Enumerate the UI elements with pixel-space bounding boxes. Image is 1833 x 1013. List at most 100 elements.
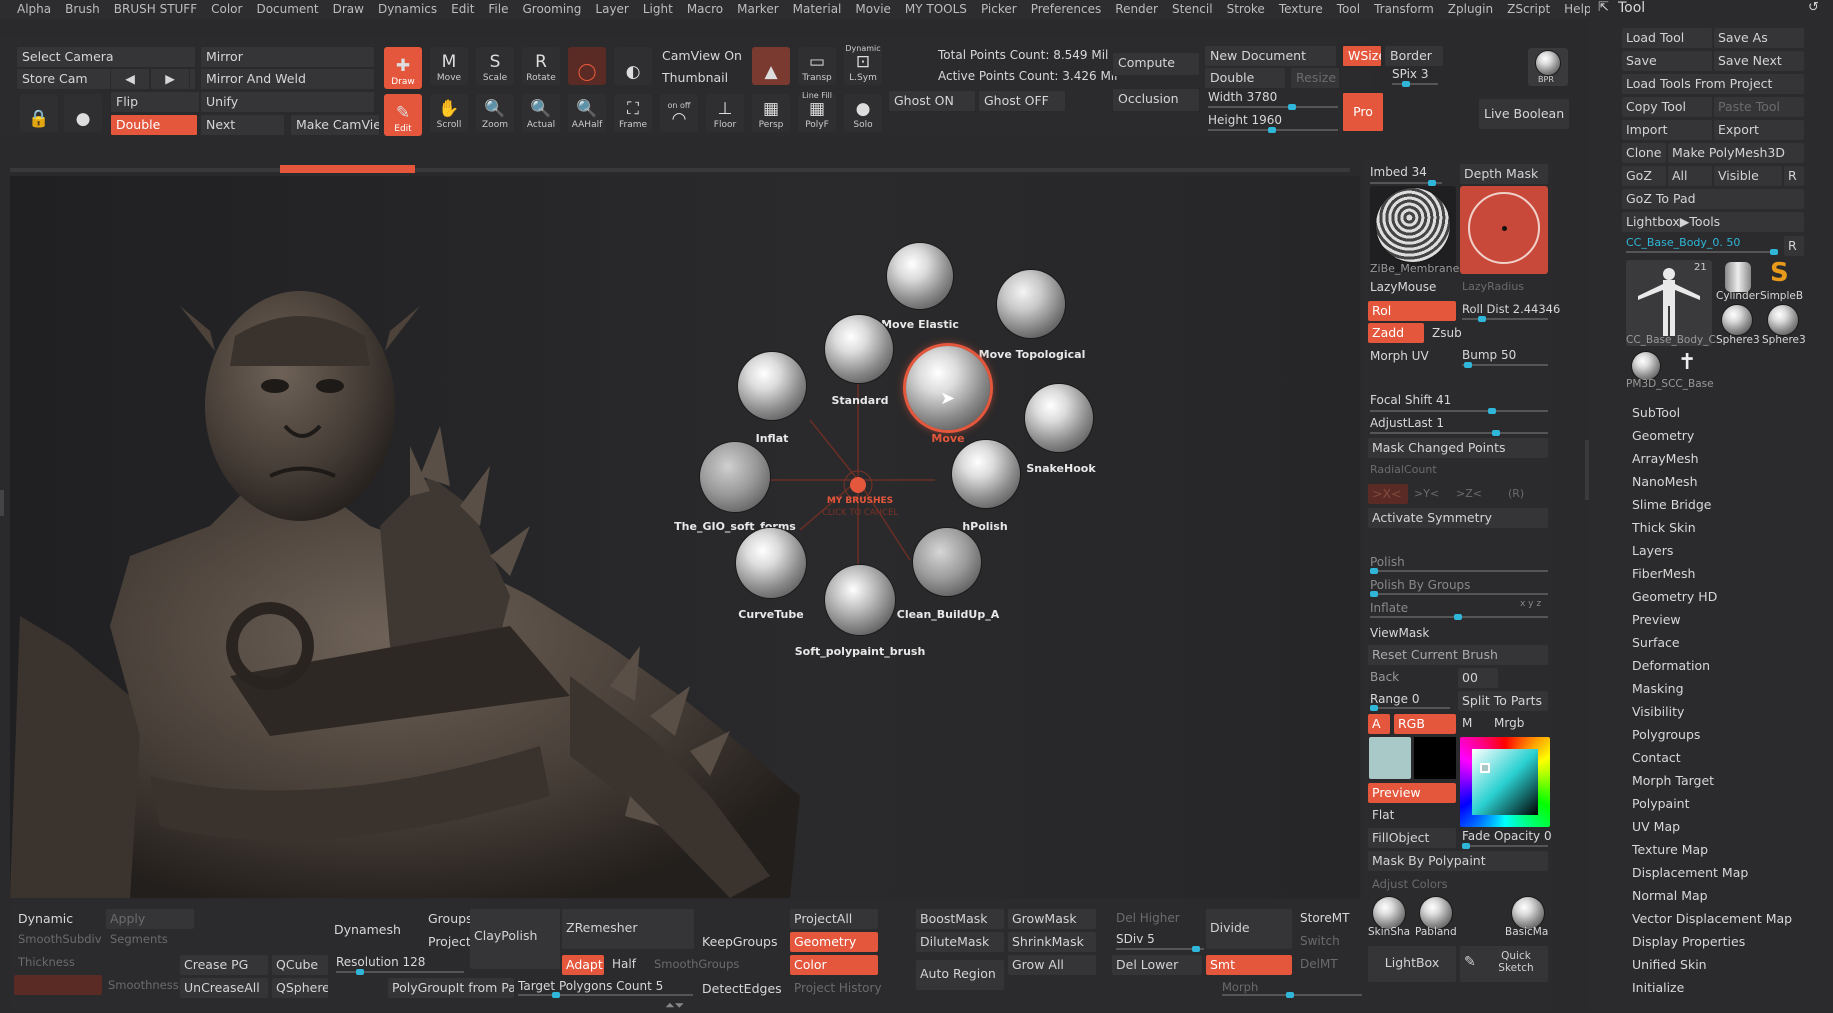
segments-slider[interactable]: Segments bbox=[110, 932, 168, 946]
tool-subpalette-masking[interactable]: Masking bbox=[1632, 681, 1684, 696]
spix-slider[interactable]: SPix 3 bbox=[1392, 67, 1428, 81]
lsym-button[interactable]: Dynamic ⊡ L.Sym bbox=[844, 44, 882, 85]
make-polymesh3d-button[interactable]: Make PolyMesh3D bbox=[1668, 143, 1804, 163]
wsize-button[interactable]: WSize bbox=[1342, 45, 1382, 67]
visible-button[interactable]: Visible bbox=[1714, 166, 1782, 186]
menu-movie[interactable]: Movie bbox=[848, 2, 898, 16]
lightbox-button[interactable]: LightBox bbox=[1368, 946, 1456, 982]
detectedges-button[interactable]: DetectEdges bbox=[702, 981, 782, 996]
next-button[interactable]: Next bbox=[200, 114, 285, 136]
tool-subpalette-morph-target[interactable]: Morph Target bbox=[1632, 773, 1714, 788]
paste-tool-button[interactable]: Paste Tool bbox=[1714, 97, 1804, 117]
zsub-button[interactable]: Zsub bbox=[1432, 326, 1462, 340]
zadd-button[interactable]: Zadd bbox=[1368, 323, 1424, 343]
menu-material[interactable]: Material bbox=[786, 2, 849, 16]
boostmask-button[interactable]: BoostMask bbox=[916, 909, 1004, 929]
color-toggle[interactable]: Color bbox=[790, 955, 878, 975]
half-button[interactable]: Half bbox=[612, 957, 636, 971]
brush-thumbnail[interactable] bbox=[1370, 186, 1456, 272]
tool-subpalette-nanomesh[interactable]: NanoMesh bbox=[1632, 474, 1698, 489]
viewmask-button[interactable]: ViewMask bbox=[1370, 626, 1429, 640]
m-button[interactable]: M bbox=[1462, 716, 1472, 730]
skinsha-material-icon[interactable] bbox=[1373, 897, 1405, 929]
a-button[interactable]: A bbox=[1368, 714, 1390, 734]
tool-subpalette-vector-displacement-map[interactable]: Vector Displacement Map bbox=[1632, 911, 1792, 926]
tool-subpalette-thick-skin[interactable]: Thick Skin bbox=[1632, 520, 1696, 535]
save-next-button[interactable]: Save Next bbox=[1714, 51, 1804, 71]
tool-subpalette-displacement-map[interactable]: Displacement Map bbox=[1632, 865, 1748, 880]
claypolish-button[interactable]: ClayPolish bbox=[470, 909, 560, 969]
brush-gio-soft-forms-icon[interactable] bbox=[700, 442, 770, 512]
onoff-button[interactable]: on off ◠ bbox=[660, 94, 698, 132]
r-button[interactable]: R bbox=[1784, 166, 1804, 186]
menu-edit[interactable]: Edit bbox=[444, 2, 481, 16]
brush-move-label[interactable]: Move bbox=[931, 432, 964, 445]
bump-slider[interactable]: Bump 50 bbox=[1462, 348, 1516, 362]
pro-button[interactable]: Pro bbox=[1342, 92, 1384, 132]
goz-to-pad-button[interactable]: GoZ To Pad bbox=[1622, 189, 1804, 209]
tool-subpalette-visibility[interactable]: Visibility bbox=[1632, 704, 1684, 719]
camview-on-label[interactable]: CamView On bbox=[662, 48, 742, 63]
storemt-button[interactable]: StoreMT bbox=[1300, 911, 1349, 925]
border-button[interactable]: Border bbox=[1384, 45, 1444, 67]
mrgb-button[interactable]: Mrgb bbox=[1494, 716, 1524, 730]
tool-subpalette-geometry[interactable]: Geometry bbox=[1632, 428, 1694, 443]
menu-draw[interactable]: Draw bbox=[326, 2, 371, 16]
smt-toggle[interactable]: Smt bbox=[1206, 955, 1292, 975]
smoothsubdiv-slider[interactable]: SmoothSubdiv bbox=[18, 932, 102, 946]
flip-button[interactable]: Flip bbox=[110, 91, 200, 113]
menu-macro[interactable]: Macro bbox=[680, 2, 730, 16]
prev-arrow-button[interactable]: ◀ bbox=[110, 68, 150, 90]
brush-snakehook-icon[interactable] bbox=[1025, 384, 1093, 452]
r2-button[interactable]: R bbox=[1784, 236, 1804, 256]
draw-button[interactable]: ✚ Draw bbox=[384, 47, 422, 89]
brush-inflat-label[interactable]: Inflat bbox=[756, 432, 789, 445]
unify-button[interactable]: Unify bbox=[200, 91, 375, 113]
del-higher-button[interactable]: Del Higher bbox=[1116, 911, 1180, 925]
tool-subpalette-slime-bridge[interactable]: Slime Bridge bbox=[1632, 497, 1711, 512]
tool-subpalette-fibermesh[interactable]: FiberMesh bbox=[1632, 566, 1695, 581]
bpr-button[interactable]: BPR bbox=[1528, 48, 1568, 86]
polygroupit-button[interactable]: PolyGroupIt from Paint bbox=[388, 978, 514, 998]
brush-hpolish-label[interactable]: hPolish bbox=[962, 520, 1007, 533]
smoothgroups-slider[interactable]: SmoothGroups bbox=[654, 957, 739, 971]
tool-subpalette-contact[interactable]: Contact bbox=[1632, 750, 1681, 765]
menu-brush-stuff[interactable]: BRUSH STUFF bbox=[107, 2, 204, 16]
menu-my-tools[interactable]: MY TOOLS bbox=[898, 2, 974, 16]
compute-button[interactable]: Compute bbox=[1112, 52, 1200, 76]
tool-subpalette-arraymesh[interactable]: ArrayMesh bbox=[1632, 451, 1699, 466]
brush-move-topological-label[interactable]: Move Topological bbox=[979, 348, 1086, 361]
menu-render[interactable]: Render bbox=[1108, 2, 1165, 16]
adapt-button[interactable]: Adapt bbox=[562, 955, 604, 975]
menu-marker[interactable]: Marker bbox=[730, 2, 785, 16]
sphere3b-tool-icon[interactable] bbox=[1768, 305, 1798, 335]
menu-stroke[interactable]: Stroke bbox=[1220, 2, 1272, 16]
brush-soft-polypaint-label[interactable]: Soft_polypaint_brush bbox=[795, 645, 926, 658]
morph-uv-button[interactable]: Morph UV bbox=[1370, 349, 1429, 363]
menu-file[interactable]: File bbox=[481, 2, 515, 16]
projectall-button[interactable]: ProjectAll bbox=[790, 909, 878, 929]
morph-slider[interactable]: Morph bbox=[1222, 980, 1258, 994]
brush-standard-label[interactable]: Standard bbox=[831, 394, 888, 407]
range-slider[interactable]: Range 0 bbox=[1370, 692, 1419, 706]
scc-base-tool-icon[interactable]: ✝ bbox=[1678, 350, 1696, 375]
menu-grooming[interactable]: Grooming bbox=[516, 2, 589, 16]
menu-tool[interactable]: Tool bbox=[1330, 2, 1367, 16]
sdiv-slider[interactable]: SDiv 5 bbox=[1116, 932, 1155, 946]
pm3d-tool-icon[interactable] bbox=[1632, 352, 1660, 380]
back-value[interactable]: 00 bbox=[1458, 668, 1498, 688]
rol-button[interactable]: Rol bbox=[1368, 301, 1456, 321]
width-slider[interactable]: Width 3780 bbox=[1208, 90, 1277, 104]
main-color-swatch[interactable] bbox=[1369, 737, 1411, 779]
tool-subpalette-surface[interactable]: Surface bbox=[1632, 635, 1680, 650]
color-picker[interactable] bbox=[1460, 737, 1550, 827]
scroll-button[interactable]: ✋ Scroll bbox=[430, 94, 468, 132]
dilutemask-button[interactable]: DiluteMask bbox=[916, 932, 1004, 952]
menu-stencil[interactable]: Stencil bbox=[1165, 2, 1220, 16]
right-shelf-handle[interactable] bbox=[1585, 440, 1589, 500]
lock-icon[interactable]: 🔒 bbox=[20, 94, 58, 132]
save-as-button[interactable]: Save As bbox=[1714, 28, 1804, 48]
grow-all-button[interactable]: Grow All bbox=[1008, 955, 1096, 975]
brush-snakehook-label[interactable]: SnakeHook bbox=[1026, 462, 1095, 475]
switch-button[interactable]: Switch bbox=[1300, 934, 1340, 948]
